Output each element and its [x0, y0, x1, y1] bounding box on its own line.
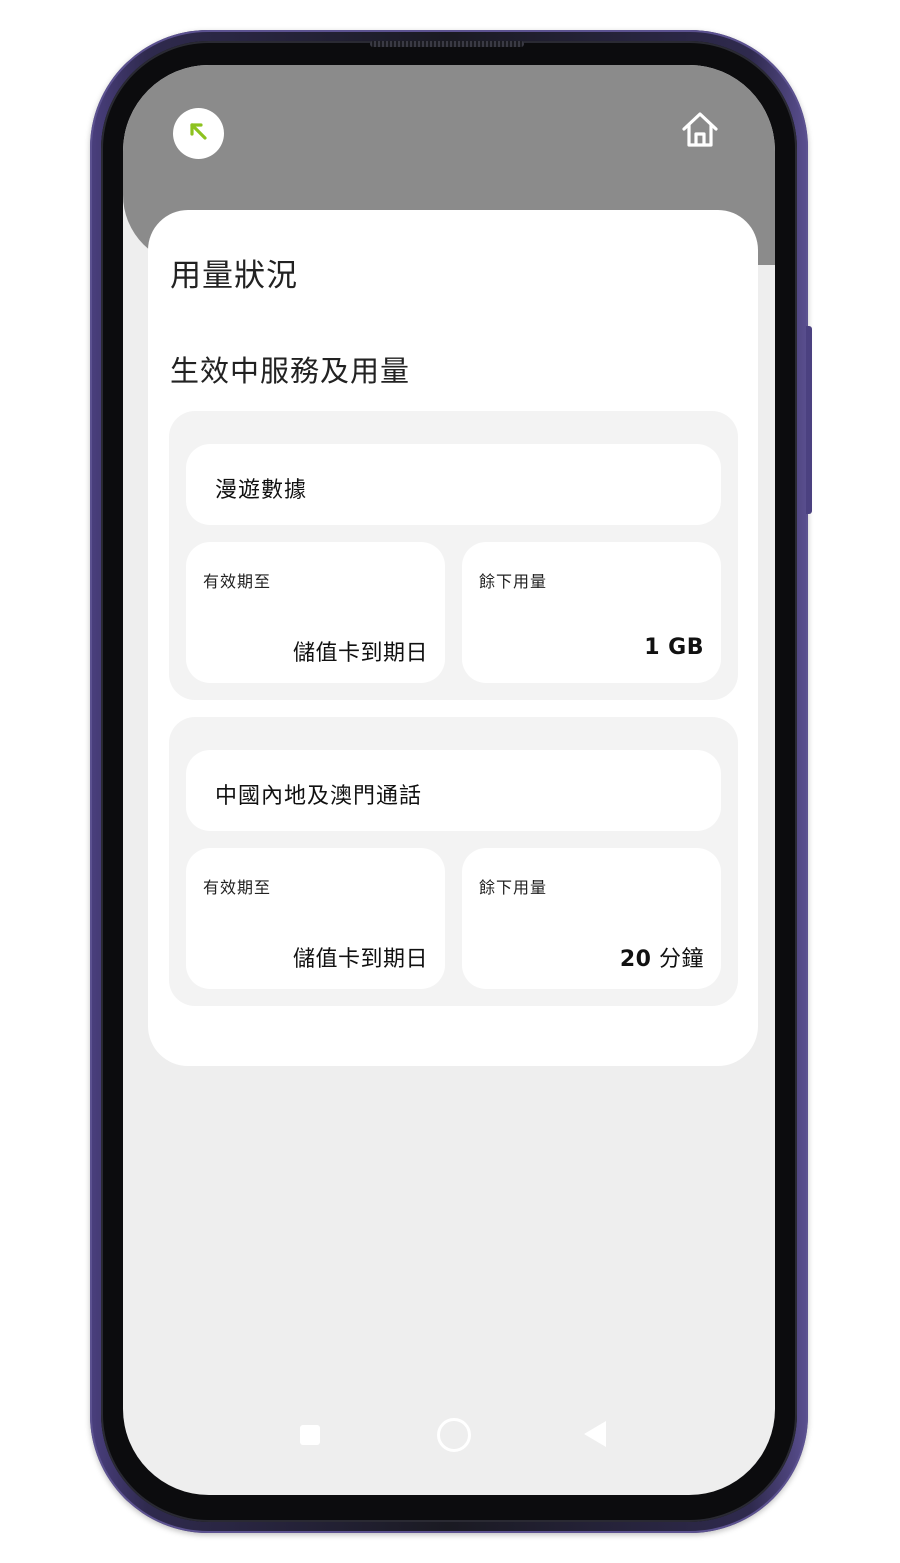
service-group-roaming-data: 漫遊數據 有效期至 儲值卡到期日 餘下用量 1 GB [169, 411, 738, 700]
usage-card: 用量狀況 生效中服務及用量 漫遊數據 有效期至 儲值卡到期日 餘下用量 1 GB… [148, 210, 758, 1066]
arrow-up-left-icon [188, 121, 210, 147]
remaining-box: 餘下用量 20 分鐘 [462, 848, 721, 989]
remaining-label: 餘下用量 [479, 878, 548, 897]
remaining-label: 餘下用量 [479, 572, 548, 591]
remaining-number: 1 GB [644, 635, 704, 660]
service-group-china-macau-calls: 中國內地及澳門通話 有效期至 儲值卡到期日 餘下用量 20 分鐘 [169, 717, 738, 1006]
system-nav-bar [123, 1395, 775, 1475]
section-title: 生效中服務及用量 [170, 354, 411, 388]
app-screen: 用量狀況 生效中服務及用量 漫遊數據 有效期至 儲值卡到期日 餘下用量 1 GB… [123, 65, 775, 1495]
remaining-box: 餘下用量 1 GB [462, 542, 721, 683]
expiry-value: 儲值卡到期日 [292, 641, 428, 666]
service-name: 漫遊數據 [215, 478, 308, 503]
triangle-back-icon[interactable] [584, 1421, 606, 1447]
device-stage: 用量狀況 生效中服務及用量 漫遊數據 有效期至 儲值卡到期日 餘下用量 1 GB… [0, 0, 900, 1563]
expiry-label: 有效期至 [203, 878, 272, 897]
square-icon[interactable] [300, 1425, 320, 1445]
expiry-value: 儲值卡到期日 [292, 947, 428, 972]
circle-icon[interactable] [437, 1418, 471, 1452]
expiry-label: 有效期至 [203, 572, 272, 591]
remaining-unit: 分鐘 [651, 947, 704, 972]
remaining-value: 20 分鐘 [620, 941, 704, 973]
home-button[interactable] [676, 108, 724, 156]
service-name-box: 中國內地及澳門通話 [186, 750, 721, 831]
service-name: 中國內地及澳門通話 [215, 784, 423, 809]
remaining-number: 20 [619, 947, 652, 972]
expiry-box: 有效期至 儲值卡到期日 [186, 848, 445, 989]
earpiece-grille [370, 41, 524, 47]
volume-button [806, 326, 812, 514]
back-button[interactable] [173, 108, 224, 159]
expiry-box: 有效期至 儲值卡到期日 [186, 542, 445, 683]
home-icon [679, 109, 721, 155]
remaining-value: 1 GB [644, 635, 704, 660]
page-title: 用量狀況 [170, 258, 298, 294]
service-name-box: 漫遊數據 [186, 444, 721, 525]
